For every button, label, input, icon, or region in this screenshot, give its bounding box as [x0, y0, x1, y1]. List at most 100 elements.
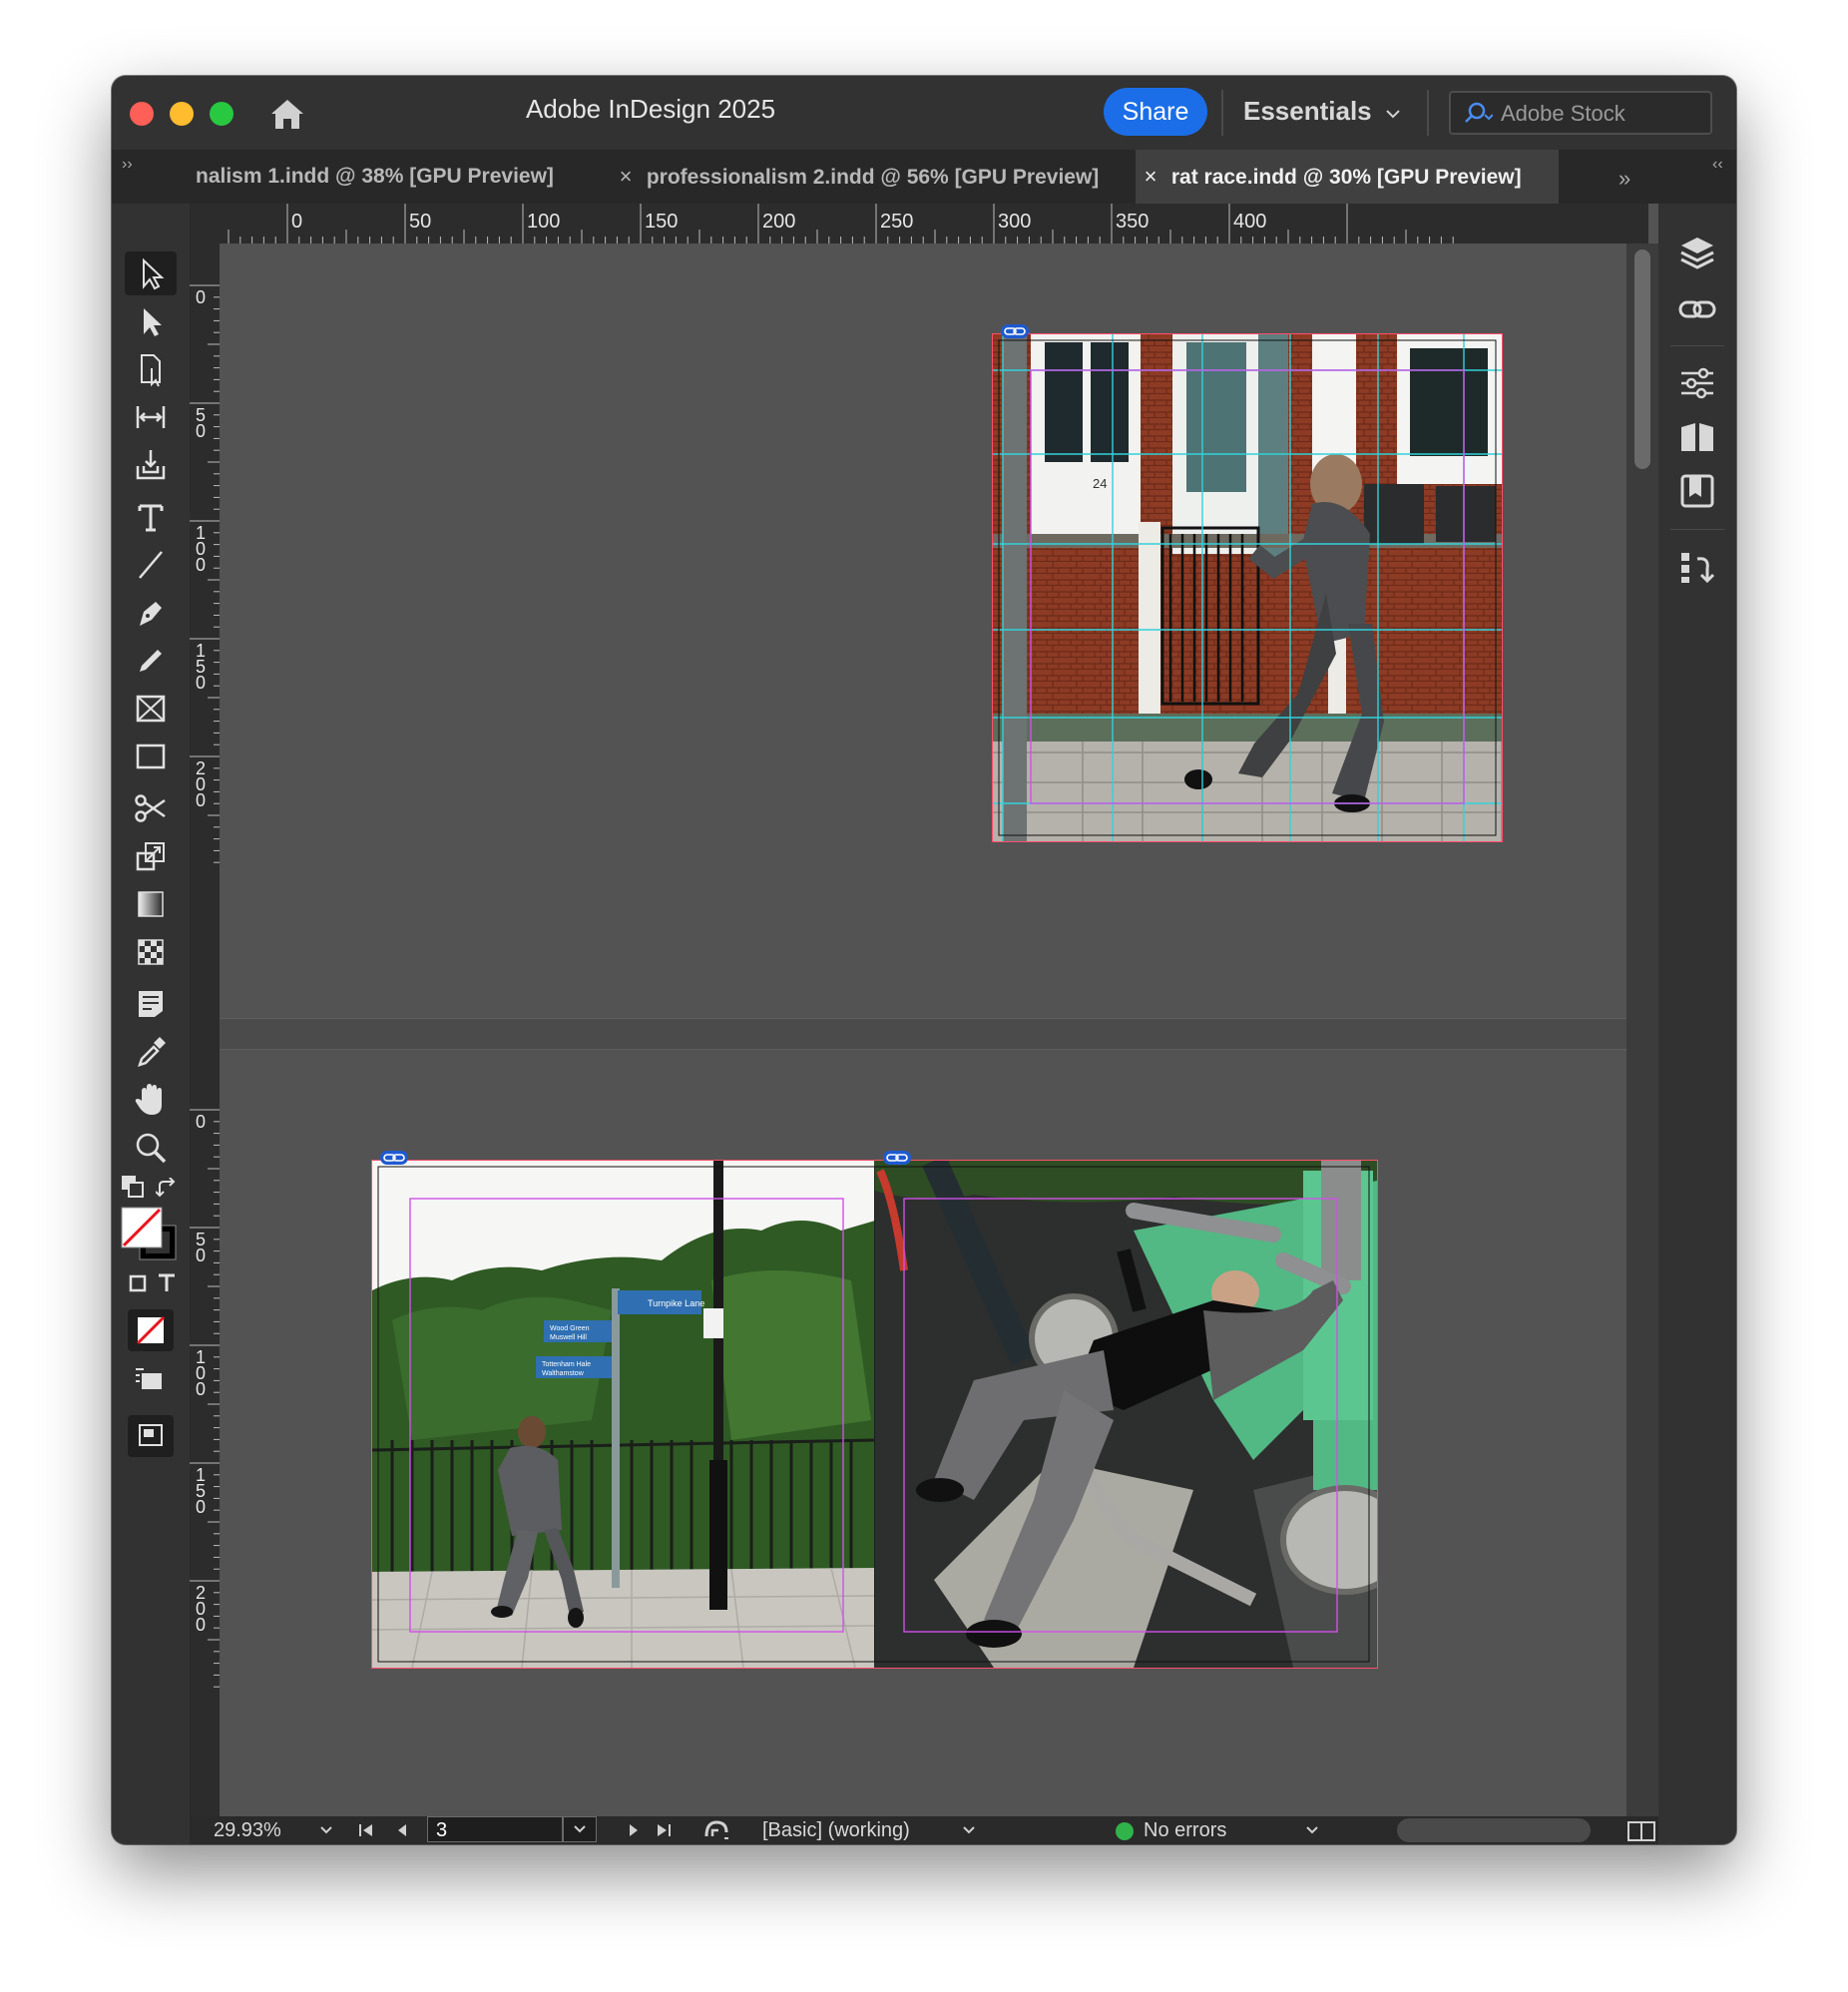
content-collector-tool[interactable] — [125, 443, 177, 487]
chevron-down-icon[interactable] — [1385, 106, 1401, 122]
view-mode-icon[interactable] — [134, 1365, 168, 1395]
eyedropper-tool[interactable] — [125, 1030, 177, 1074]
title-bar: Adobe InDesign 2025 Share Essentials Ado… — [112, 76, 1736, 150]
rectangle-tool[interactable] — [125, 735, 177, 778]
properties-icon[interactable] — [1677, 363, 1717, 403]
layers-icon[interactable] — [1677, 234, 1717, 273]
image-frame-street-sign[interactable]: Turnpike Lane Wood Green Muswell Hill To… — [371, 1160, 875, 1669]
links-icon[interactable] — [1677, 289, 1717, 329]
chevron-down-icon[interactable] — [1305, 1824, 1319, 1836]
fill-stroke-swatch[interactable] — [120, 1206, 180, 1261]
tab-label: professionalism 2.indd @ 56% [GPU Previe… — [646, 166, 1100, 189]
rectangle-frame-tool[interactable] — [125, 687, 177, 731]
brick-house-runner-photo: 24 — [993, 334, 1502, 841]
apply-none-icon[interactable] — [124, 1305, 178, 1355]
gradient-swatch-icon — [138, 891, 164, 917]
document-canvas[interactable]: 24 Turnpike Lane Wood Green Muswell Hill… — [220, 244, 1626, 1816]
gradient-swatch-tool[interactable] — [125, 882, 177, 926]
ruler-origin[interactable] — [190, 204, 220, 244]
page-number-field[interactable]: 3 — [427, 1816, 563, 1842]
zoom-tool[interactable] — [125, 1126, 177, 1170]
preflight-icon[interactable] — [702, 1818, 732, 1842]
spread-divider — [220, 1018, 1626, 1050]
close-tab-icon[interactable]: × — [611, 150, 641, 204]
gradient-feather-icon — [138, 939, 164, 965]
status-bar: 29.93% 3 [Basic] (working) No errors — [190, 1816, 1658, 1844]
ruler-label: 0 — [196, 555, 206, 575]
collapse-toolbar-icon[interactable]: ›› — [122, 156, 133, 174]
note-tool[interactable] — [125, 982, 177, 1026]
title-divider — [1221, 90, 1223, 136]
pencil-tool[interactable] — [125, 639, 177, 683]
preflight-profile[interactable]: [Basic] (working) — [762, 1816, 910, 1844]
last-page-icon[interactable] — [655, 1822, 673, 1838]
zoom-level[interactable]: 29.93% — [214, 1816, 281, 1844]
free-transform-tool[interactable] — [125, 834, 177, 878]
gap-tool-icon — [136, 406, 166, 428]
split-view-icon[interactable] — [1626, 1820, 1656, 1842]
ruler-label: 50 — [409, 211, 431, 233]
gradient-feather-tool[interactable] — [125, 930, 177, 974]
link-badge-icon[interactable] — [379, 1150, 409, 1166]
page-menu-dropdown[interactable] — [563, 1816, 597, 1842]
formatting-container-icon[interactable] — [128, 1273, 148, 1293]
ruler-label: 0 — [196, 673, 206, 693]
formatting-text-icon[interactable] — [156, 1271, 178, 1293]
close-tab-icon[interactable]: × — [1136, 150, 1165, 204]
vertical-scrollbar[interactable] — [1626, 244, 1658, 1816]
horizontal-scroll-thumb[interactable] — [1397, 1818, 1591, 1842]
screen-mode-icon[interactable] — [124, 1411, 178, 1461]
ruler-label: 0 — [196, 1379, 206, 1399]
next-page-icon[interactable] — [627, 1822, 641, 1838]
previous-page-icon[interactable] — [395, 1822, 409, 1838]
ruler-label: 0 — [196, 1112, 206, 1132]
preflight-errors[interactable]: No errors — [1144, 1816, 1226, 1844]
first-page-icon[interactable] — [357, 1822, 375, 1838]
type-tool[interactable] — [125, 495, 177, 539]
panel-divider — [1670, 529, 1724, 530]
ruler-label: 0 — [196, 287, 206, 307]
gap-tool[interactable] — [125, 395, 177, 439]
hand-tool[interactable] — [125, 1078, 177, 1122]
tab-nalism-1[interactable]: nalism 1.indd @ 38% [GPU Preview] — [196, 150, 554, 204]
chevron-down-icon[interactable] — [319, 1824, 333, 1836]
workspace-switcher[interactable]: Essentials — [1243, 96, 1372, 127]
free-transform-icon — [136, 842, 165, 871]
pages-icon[interactable] — [1677, 417, 1717, 457]
page-tool[interactable] — [125, 347, 177, 391]
link-badge-icon[interactable] — [1000, 323, 1030, 339]
image-frame-brick-house[interactable]: 24 — [992, 333, 1503, 842]
ruler-label: 100 — [527, 211, 560, 233]
pen-tool[interactable] — [125, 591, 177, 635]
image-frame-gym[interactable] — [874, 1160, 1378, 1669]
vertical-scroll-thumb[interactable] — [1634, 249, 1650, 469]
tab-professionalism-2[interactable]: × professionalism 2.indd @ 56% [GPU Prev… — [611, 150, 1100, 204]
swap-fill-stroke-icon[interactable] — [156, 1178, 180, 1202]
more-tabs-icon[interactable]: » — [1618, 166, 1630, 192]
document-tab-bar: ›› nalism 1.indd @ 38% [GPU Preview] × p… — [112, 150, 1736, 204]
content-collector-icon — [136, 450, 166, 480]
cc-libraries-icon[interactable] — [1677, 471, 1717, 511]
default-fill-stroke-icon[interactable] — [120, 1174, 146, 1200]
scissors-tool[interactable] — [125, 786, 177, 830]
vertical-ruler[interactable]: 050100150200050100150200 — [190, 244, 220, 1828]
chevron-down-icon[interactable] — [962, 1824, 976, 1836]
share-button[interactable]: Share — [1104, 88, 1207, 136]
tab-rat-race[interactable]: × rat race.indd @ 30% [GPU Preview] — [1136, 150, 1559, 204]
tools-panel — [112, 204, 190, 1844]
preflight-status-dot — [1116, 1822, 1134, 1840]
app-title: Adobe InDesign 2025 — [525, 94, 776, 124]
pen-tool-icon — [140, 602, 162, 626]
ruler-label: 300 — [998, 211, 1031, 233]
direct-selection-tool[interactable] — [125, 299, 177, 343]
title-divider — [1427, 90, 1429, 136]
link-badge-icon[interactable] — [882, 1150, 912, 1166]
align-icon[interactable] — [1677, 547, 1717, 587]
horizontal-ruler[interactable]: 0 50 100 150 200 250 300 350 400 — [220, 204, 1648, 244]
eyedropper-icon — [138, 1037, 166, 1067]
adobe-stock-search[interactable]: Adobe Stock — [1449, 91, 1712, 135]
selection-tool[interactable] — [125, 251, 177, 295]
scissors-icon — [135, 794, 166, 822]
line-tool[interactable] — [125, 543, 177, 587]
collapse-panels-icon[interactable]: ‹‹ — [1712, 156, 1723, 174]
